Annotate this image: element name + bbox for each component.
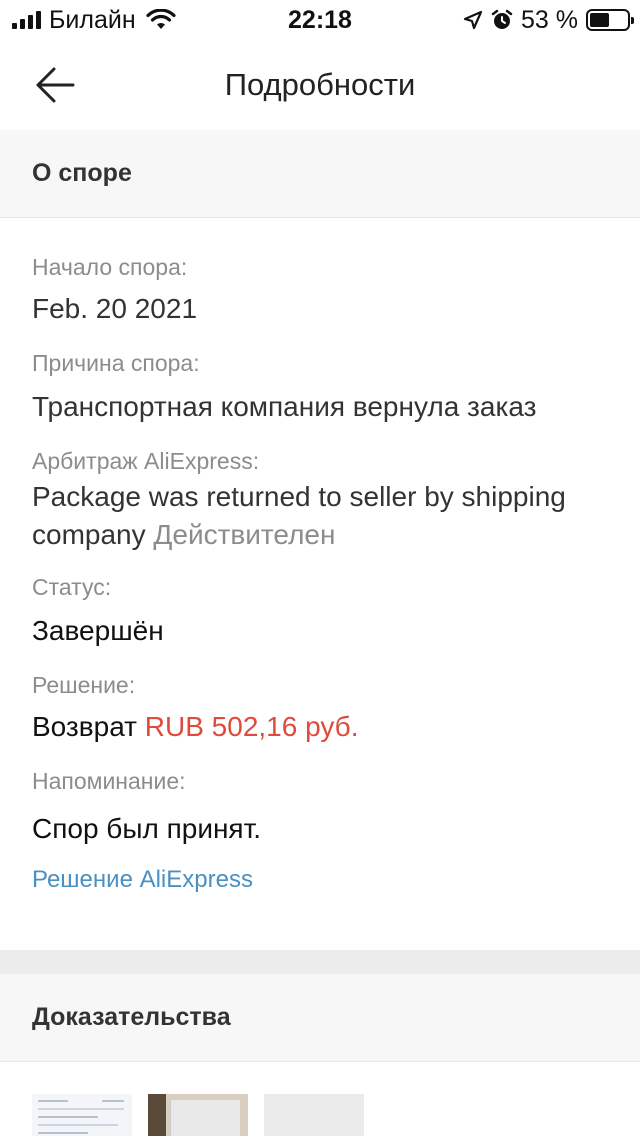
evidence-section-title: Доказательства — [32, 1003, 231, 1031]
reason-value: Транспортная компания вернула заказ — [32, 391, 537, 422]
refund-amount: RUB 502,16 руб. — [144, 711, 359, 742]
page-title: Подробности — [224, 67, 416, 102]
start-label: Начало спора: — [32, 254, 188, 280]
nav-bar: Подробности — [0, 40, 640, 130]
dispute-section-title: О споре — [32, 159, 132, 187]
decision-label: Решение: — [32, 672, 136, 698]
battery-fill — [590, 13, 610, 27]
status-bar-right: 53 % — [463, 5, 634, 34]
decision-prefix: Возврат — [32, 711, 137, 742]
battery-percent: 53 % — [521, 5, 578, 34]
reason-label: Причина спора: — [32, 350, 200, 376]
reminder-value: Спор был принят. — [32, 813, 262, 844]
status-value: Завершён — [32, 615, 164, 646]
arbitration-status: Действителен — [153, 519, 336, 550]
evidence-thumbnail[interactable] — [264, 1094, 364, 1136]
evidence-section-header: Доказательства — [0, 974, 640, 1062]
arbitration-label: Арбитраж AliExpress: — [32, 448, 260, 474]
evidence-thumbnail[interactable] — [148, 1094, 248, 1136]
decision-value: Возврат RUB 502,16 руб. — [32, 708, 612, 746]
aliexpress-decision-link[interactable]: Решение AliExpress — [32, 866, 612, 894]
status-bar: Билайн 22:18 53 % — [0, 0, 640, 40]
alarm-icon — [491, 9, 513, 29]
status-label: Статус: — [32, 574, 112, 600]
location-arrow-icon — [463, 10, 483, 30]
section-divider — [0, 950, 640, 974]
arbitration-value: Package was returned to seller by shippi… — [32, 478, 612, 554]
evidence-thumbnail[interactable] — [32, 1094, 132, 1136]
battery-icon — [586, 9, 634, 31]
dispute-section-header: О споре — [0, 130, 640, 218]
reminder-label: Напоминание: — [32, 768, 186, 794]
dispute-details: Начало спора: Feb. 20 2021 Причина спора… — [0, 218, 640, 950]
start-value: Feb. 20 2021 — [32, 293, 198, 324]
evidence-thumbnails — [32, 1094, 364, 1136]
